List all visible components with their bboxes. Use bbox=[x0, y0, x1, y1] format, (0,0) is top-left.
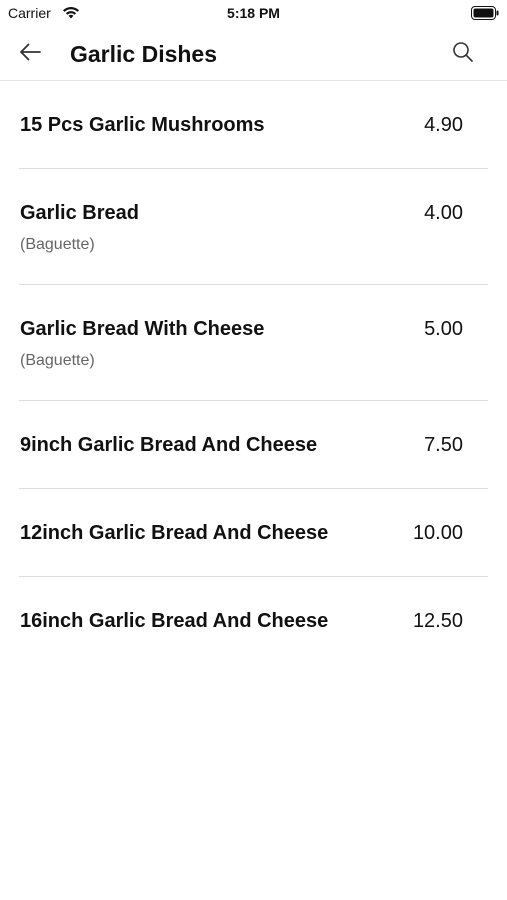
item-price: 5.00 bbox=[424, 318, 463, 340]
item-price: 10.00 bbox=[412, 522, 463, 544]
menu-item[interactable]: 9inch Garlic Bread And Cheese 7.50 bbox=[19, 401, 488, 489]
item-name: 15 Pcs Garlic Mushrooms bbox=[20, 114, 265, 136]
item-name: 12inch Garlic Bread And Cheese bbox=[20, 522, 329, 544]
menu-item[interactable]: Garlic Bread (Baguette) 4.00 bbox=[19, 169, 488, 285]
item-name: Garlic Bread bbox=[20, 202, 139, 224]
search-button[interactable] bbox=[447, 40, 479, 68]
item-price: 4.90 bbox=[424, 114, 463, 136]
item-description: (Baguette) bbox=[20, 352, 95, 369]
nav-bar: Garlic Dishes bbox=[0, 28, 507, 81]
arrow-left-icon bbox=[18, 42, 42, 67]
menu-item[interactable]: Garlic Bread With Cheese (Baguette) 5.00 bbox=[19, 285, 488, 401]
item-price: 4.00 bbox=[424, 202, 463, 224]
search-icon bbox=[452, 41, 474, 68]
item-name: 16inch Garlic Bread And Cheese bbox=[20, 610, 329, 632]
menu-list: 15 Pcs Garlic Mushrooms 4.90 Garlic Brea… bbox=[0, 81, 507, 664]
menu-item[interactable]: 16inch Garlic Bread And Cheese 12.50 bbox=[19, 577, 488, 664]
item-name: 9inch Garlic Bread And Cheese bbox=[20, 434, 318, 456]
menu-item[interactable]: 15 Pcs Garlic Mushrooms 4.90 bbox=[19, 81, 488, 169]
status-time: 5:18 PM bbox=[227, 5, 280, 21]
menu-item[interactable]: 12inch Garlic Bread And Cheese 10.00 bbox=[19, 489, 488, 577]
battery-icon bbox=[471, 6, 499, 20]
item-price: 12.50 bbox=[412, 610, 463, 632]
status-bar: Carrier 5:18 PM bbox=[0, 0, 507, 28]
item-description: (Baguette) bbox=[20, 236, 95, 253]
page-title: Garlic Dishes bbox=[70, 41, 218, 67]
item-name: Garlic Bread With Cheese bbox=[20, 318, 265, 340]
back-button[interactable] bbox=[14, 40, 46, 68]
item-price: 7.50 bbox=[424, 434, 463, 456]
